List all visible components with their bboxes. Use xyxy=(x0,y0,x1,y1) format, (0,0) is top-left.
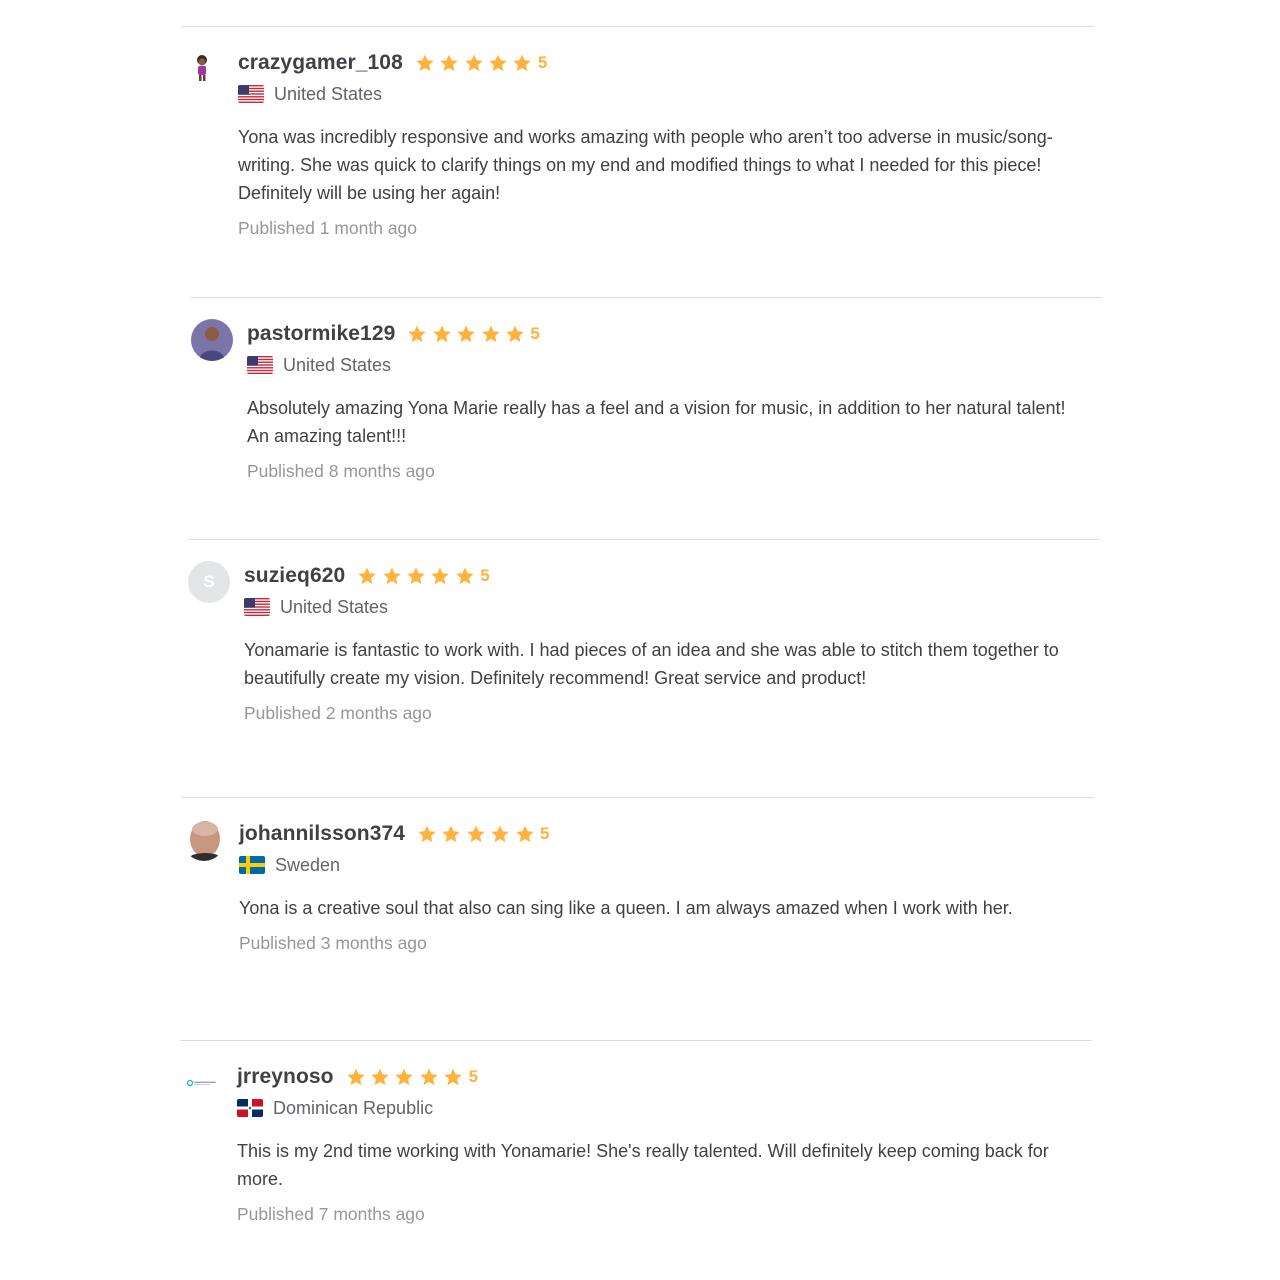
star-icon xyxy=(505,324,525,344)
star-icon xyxy=(357,566,377,586)
star-icon xyxy=(455,566,475,586)
review-item: crazygamer_108 5 United States Yona was … xyxy=(182,48,1062,239)
us-flag-icon xyxy=(247,356,273,374)
review-item: pastormike129 5 United States Absolutely… xyxy=(191,319,1071,482)
review-item: S suzieq620 5 United States Yonamarie is… xyxy=(188,561,1068,724)
star-icon xyxy=(466,824,486,844)
user-avatar[interactable] xyxy=(182,48,224,90)
review-divider xyxy=(180,1040,1092,1041)
star-rating: 5 xyxy=(407,324,540,344)
star-icon xyxy=(394,1067,414,1087)
star-icon xyxy=(481,324,501,344)
star-icon xyxy=(406,566,426,586)
published-date: Published 7 months ago xyxy=(237,1204,425,1224)
star-rating: 5 xyxy=(357,566,490,586)
review-item: jrreynoso 5 Dominican Republic This is m… xyxy=(181,1062,1061,1225)
star-icon xyxy=(415,53,435,73)
us-flag-icon xyxy=(238,85,264,103)
published-date: Published 8 months ago xyxy=(247,461,435,481)
star-icon xyxy=(490,824,510,844)
rating-value: 5 xyxy=(468,1067,479,1086)
user-avatar[interactable]: S xyxy=(188,561,230,603)
reviewer-username[interactable]: johannilsson374 xyxy=(239,822,405,846)
star-rating: 5 xyxy=(346,1067,478,1087)
review-divider xyxy=(182,797,1094,798)
star-icon xyxy=(512,53,532,73)
rating-value: 5 xyxy=(480,566,490,585)
star-icon xyxy=(439,53,459,73)
rating-value: 5 xyxy=(537,53,548,72)
published-date: Published 3 months ago xyxy=(239,933,427,953)
user-avatar[interactable] xyxy=(181,1062,223,1104)
reviewer-username[interactable]: crazygamer_108 xyxy=(238,51,403,75)
published-date: Published 2 months ago xyxy=(244,703,432,723)
star-icon xyxy=(464,53,484,73)
star-rating: 5 xyxy=(415,53,547,73)
star-icon xyxy=(432,324,452,344)
review-divider xyxy=(190,297,1102,298)
star-icon xyxy=(417,824,437,844)
star-rating: 5 xyxy=(417,824,549,844)
reviewer-country: United States xyxy=(283,354,392,375)
published-date: Published 1 month ago xyxy=(238,218,418,238)
reviewer-country: Dominican Republic xyxy=(273,1097,434,1118)
review-divider xyxy=(188,539,1100,540)
star-icon xyxy=(515,824,535,844)
review-text: This is my 2nd time working with Yonamar… xyxy=(237,1141,1049,1189)
star-icon xyxy=(346,1067,366,1087)
review-text: Absolutely amazing Yona Marie really has… xyxy=(247,398,1066,446)
user-avatar[interactable] xyxy=(183,819,225,861)
star-icon xyxy=(441,824,461,844)
review-text: Yona was incredibly responsive and works… xyxy=(238,127,1053,203)
star-icon xyxy=(488,53,508,73)
rating-value: 5 xyxy=(540,824,550,843)
star-icon xyxy=(370,1067,390,1087)
review-item: johannilsson374 5 Sweden Yona is a creat… xyxy=(183,819,1063,954)
star-icon xyxy=(419,1067,439,1087)
review-text: Yonamarie is fantastic to work with. I h… xyxy=(244,640,1059,688)
reviewer-username[interactable]: suzieq620 xyxy=(244,564,345,588)
reviewer-country: United States xyxy=(280,596,389,617)
dominican-republic-flag-icon xyxy=(237,1099,263,1117)
review-divider xyxy=(182,26,1094,27)
reviewer-country: Sweden xyxy=(275,854,341,875)
reviewer-username[interactable]: jrreynoso xyxy=(237,1065,334,1089)
star-icon xyxy=(456,324,476,344)
star-icon xyxy=(382,566,402,586)
star-icon xyxy=(407,324,427,344)
us-flag-icon xyxy=(244,598,270,616)
user-avatar[interactable] xyxy=(191,319,233,361)
review-text: Yona is a creative soul that also can si… xyxy=(239,898,1013,918)
reviewer-country: United States xyxy=(274,83,383,104)
star-icon xyxy=(430,566,450,586)
rating-value: 5 xyxy=(530,324,540,343)
sweden-flag-icon xyxy=(239,856,265,874)
reviewer-username[interactable]: pastormike129 xyxy=(247,322,395,346)
star-icon xyxy=(443,1067,463,1087)
